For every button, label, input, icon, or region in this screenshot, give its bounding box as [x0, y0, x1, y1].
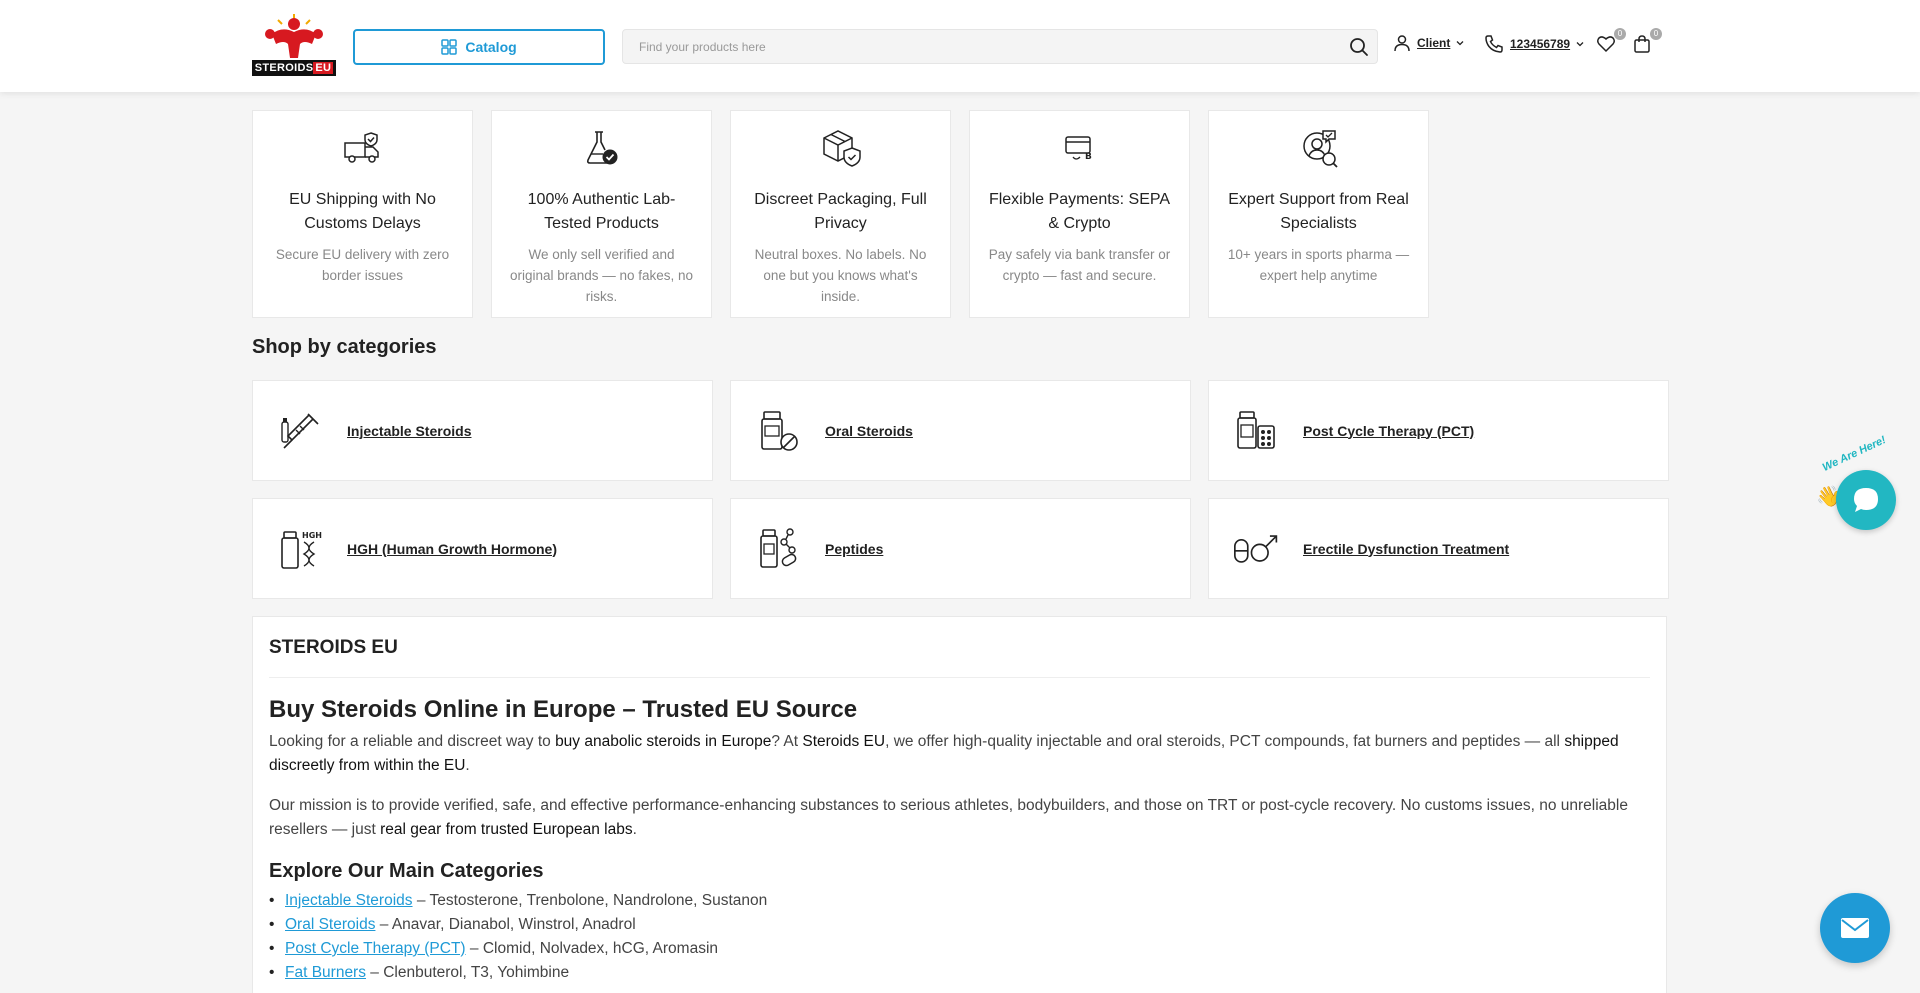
feature-card-packaging: Discreet Packaging, Full Privacy Neutral…	[730, 110, 951, 318]
wishlist-count: 0	[1614, 28, 1626, 40]
hgh-vial-icon: HGH	[277, 525, 325, 573]
feature-description: Neutral boxes. No labels. No one but you…	[754, 247, 927, 304]
lab-flask-icon	[580, 126, 624, 170]
content-brand-title: STEROIDS EU	[269, 637, 1650, 678]
category-link[interactable]: Injectable Steroids	[285, 892, 413, 909]
category-oral-steroids[interactable]: Oral Steroids	[730, 380, 1191, 481]
chevron-down-icon	[1576, 42, 1584, 47]
wishlist-button[interactable]: 0	[1596, 28, 1626, 56]
category-injectable-steroids[interactable]: Injectable Steroids	[252, 380, 713, 481]
search-input[interactable]	[623, 39, 1341, 54]
catalog-label: Catalog	[465, 39, 517, 55]
feature-title: 100% Authentic Lab-Tested Products	[527, 191, 676, 232]
category-label: Post Cycle Therapy (PCT)	[1303, 422, 1475, 439]
category-pct[interactable]: Post Cycle Therapy (PCT)	[1208, 380, 1669, 481]
pill-bottle-icon	[755, 407, 803, 455]
live-chat-button[interactable]	[1836, 470, 1896, 530]
male-pill-icon	[1233, 525, 1281, 573]
catalog-button[interactable]: Catalog	[353, 29, 605, 65]
mission-paragraph: Our mission is to provide verified, safe…	[269, 797, 1628, 838]
category-link[interactable]: Post Cycle Therapy (PCT)	[285, 940, 466, 957]
feature-title: Discreet Packaging, Full Privacy	[754, 191, 927, 232]
cart-count: 0	[1650, 28, 1662, 40]
category-list: Injectable Steroids – Testosterone, Tren…	[269, 889, 1650, 985]
support-chat-icon	[1297, 126, 1341, 170]
feature-description: Secure EU delivery with zero border issu…	[275, 247, 450, 283]
envelope-icon	[1841, 918, 1869, 938]
feature-card-payments: B Flexible Payments: SEPA & Crypto Pay s…	[969, 110, 1190, 318]
category-erectile-dysfunction[interactable]: Erectile Dysfunction Treatment	[1208, 498, 1669, 599]
chat-bubble-icon	[1854, 488, 1878, 512]
categories-heading: Shop by categories	[252, 336, 437, 358]
peptide-vial-icon	[755, 525, 803, 573]
list-item: Injectable Steroids – Testosterone, Tren…	[269, 889, 1650, 913]
bodybuilder-logo-icon	[265, 14, 323, 58]
feature-card-shipping: EU Shipping with No Customs Delays Secur…	[252, 110, 473, 318]
intro-paragraph: Looking for a reliable and discreet way …	[269, 733, 1619, 774]
phone-number: 123456789	[1510, 37, 1571, 51]
feature-title: Expert Support from Real Specialists	[1228, 191, 1409, 232]
list-item: Oral Steroids – Anavar, Dianabol, Winstr…	[269, 913, 1650, 937]
logo-wordmark: STEROIDS EU	[252, 60, 336, 76]
search-bar	[622, 29, 1378, 64]
list-item: Post Cycle Therapy (PCT) – Clomid, Nolva…	[269, 937, 1650, 961]
package-shield-icon	[819, 126, 863, 170]
site-logo[interactable]: STEROIDS EU	[252, 14, 336, 76]
category-link[interactable]: Fat Burners	[285, 964, 366, 981]
content-heading: Buy Steroids Online in Europe – Trusted …	[269, 696, 858, 723]
list-item: Fat Burners – Clenbuterol, T3, Yohimbine	[269, 961, 1650, 985]
phone-icon	[1485, 35, 1503, 53]
svg-text:HGH: HGH	[302, 531, 322, 540]
payment-card-icon: B	[1058, 126, 1102, 170]
user-icon	[1394, 35, 1410, 52]
syringe-icon	[277, 407, 325, 455]
feature-card-authentic: 100% Authentic Lab-Tested Products We on…	[491, 110, 712, 318]
category-link[interactable]: Oral Steroids	[285, 916, 375, 933]
search-icon[interactable]	[1341, 29, 1377, 64]
account-menu[interactable]: Client	[1393, 34, 1464, 52]
category-label: Peptides	[825, 540, 884, 557]
feature-title: EU Shipping with No Customs Delays	[289, 191, 436, 232]
feature-description: Pay safely via bank transfer or crypto —…	[988, 247, 1171, 283]
truck-shield-icon	[341, 126, 385, 170]
category-peptides[interactable]: Peptides	[730, 498, 1191, 599]
chevron-down-icon	[1456, 41, 1464, 46]
pct-bottle-icon	[1233, 407, 1281, 455]
account-label: Client	[1417, 36, 1451, 50]
seo-content: STEROIDS EU Buy Steroids Online in Europ…	[252, 616, 1667, 993]
categories-subheading: Explore Our Main Categories	[269, 860, 544, 882]
feature-card-support: Expert Support from Real Specialists 10+…	[1208, 110, 1429, 318]
svg-text:B: B	[1085, 152, 1092, 162]
site-header: STEROIDSEU Catalog Client 123	[0, 0, 1920, 92]
heart-icon	[1597, 36, 1615, 53]
shopping-bag-icon	[1634, 35, 1650, 53]
phone-menu[interactable]: 123456789	[1484, 34, 1584, 54]
feature-description: We only sell verified and original brand…	[509, 247, 694, 304]
contact-mail-button[interactable]	[1820, 893, 1890, 963]
category-label: HGH (Human Growth Hormone)	[347, 540, 557, 557]
category-label: Oral Steroids	[825, 422, 913, 439]
chat-tagline: We Are Here!	[1820, 434, 1888, 474]
grid-icon	[441, 39, 458, 55]
category-hgh[interactable]: HGH HGH (Human Growth Hormone)	[252, 498, 713, 599]
cart-button[interactable]: 0	[1632, 28, 1662, 56]
feature-title: Flexible Payments: SEPA & Crypto	[988, 191, 1171, 232]
category-label: Erectile Dysfunction Treatment	[1303, 540, 1510, 557]
category-label: Injectable Steroids	[347, 422, 472, 439]
feature-description: 10+ years in sports pharma — expert help…	[1227, 247, 1410, 283]
